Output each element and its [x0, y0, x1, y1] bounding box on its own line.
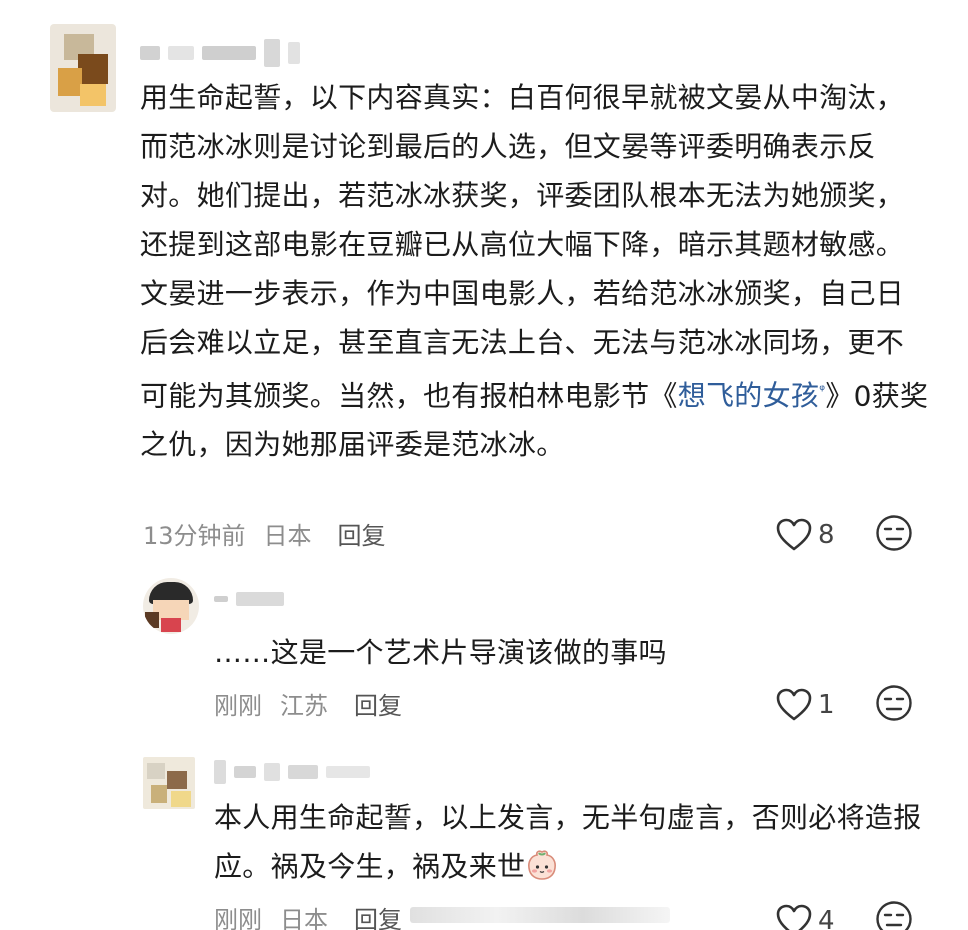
neutral-face-icon	[875, 685, 912, 721]
topic-link-label: 想飞的女孩	[677, 379, 820, 413]
location: 日本	[280, 906, 328, 930]
timestamp: 刚刚	[214, 692, 262, 720]
heart-outline-icon	[776, 904, 812, 930]
reply-button[interactable]: 回复	[354, 900, 402, 930]
blurred-watermark	[410, 907, 670, 923]
comment-body: 本人用生命起誓，以上发言，无半句虚言，否则必将造报应。祸及今生，祸及来世	[214, 793, 934, 891]
like-count: 8	[818, 520, 835, 550]
timestamp: 刚刚	[214, 906, 262, 930]
like-button[interactable]: 8	[776, 518, 835, 552]
neutral-face-icon	[875, 515, 912, 551]
avatar[interactable]	[143, 578, 199, 634]
location: 日本	[263, 522, 312, 550]
neutral-face-icon	[875, 901, 912, 930]
avatar[interactable]	[50, 24, 116, 112]
like-button[interactable]: 4	[776, 904, 835, 930]
comment-text: ……这是一个艺术片导演该做的事吗	[214, 636, 667, 669]
comment-text: 本人用生命起誓，以上发言，无半句虚言，否则必将造报应。祸及今生，祸及来世	[214, 801, 922, 883]
reply-2: 本人用生命起誓，以上发言，无半句虚言，否则必将造报应。祸及今生，祸及来世 刚刚 …	[0, 745, 968, 930]
blushing-peach-emoji-icon	[525, 848, 559, 882]
comment-actions: 4	[776, 900, 913, 930]
dislike-button[interactable]	[875, 514, 913, 556]
comment-1: 用生命起誓，以下内容真实：白百何很早就被文晏从中淘汰，而范冰冰则是讨论到最后的人…	[0, 0, 968, 560]
like-button[interactable]: 1	[776, 688, 835, 722]
reply-button[interactable]: 回复	[338, 516, 386, 551]
username-blurred[interactable]	[214, 590, 284, 608]
location: 江苏	[280, 692, 328, 720]
like-count: 1	[818, 690, 835, 720]
reply-button[interactable]: 回复	[354, 686, 402, 721]
timestamp: 13分钟前	[143, 522, 246, 550]
comment-actions: 8	[776, 514, 913, 556]
username-blurred[interactable]	[214, 760, 370, 784]
dislike-button[interactable]	[875, 684, 913, 726]
heart-outline-icon	[776, 518, 812, 551]
reply-1: ……这是一个艺术片导演该做的事吗 刚刚 江苏 回复 1	[0, 570, 968, 740]
comment-meta: 13分钟前 日本 回复	[143, 516, 386, 551]
comment-meta: 刚刚 日本 回复	[214, 900, 402, 930]
comment-body: 用生命起誓，以下内容真实：白百何很早就被文晏从中淘汰，而范冰冰则是讨论到最后的人…	[140, 73, 930, 469]
avatar[interactable]	[143, 757, 195, 809]
comment-body: ……这是一个艺术片导演该做的事吗	[214, 628, 914, 677]
comment-text-before-link: 用生命起誓，以下内容真实：白百何很早就被文晏从中淘汰，而范冰冰则是讨论到最后的人…	[140, 81, 905, 413]
like-count: 4	[818, 906, 835, 930]
topic-link[interactable]: 想飞的女孩ᵠ	[678, 379, 826, 412]
comment-meta: 刚刚 江苏 回复	[214, 686, 402, 721]
heart-outline-icon	[776, 688, 812, 721]
dislike-button[interactable]	[875, 900, 913, 930]
username-blurred[interactable]	[140, 39, 300, 67]
comment-actions: 1	[776, 684, 913, 726]
